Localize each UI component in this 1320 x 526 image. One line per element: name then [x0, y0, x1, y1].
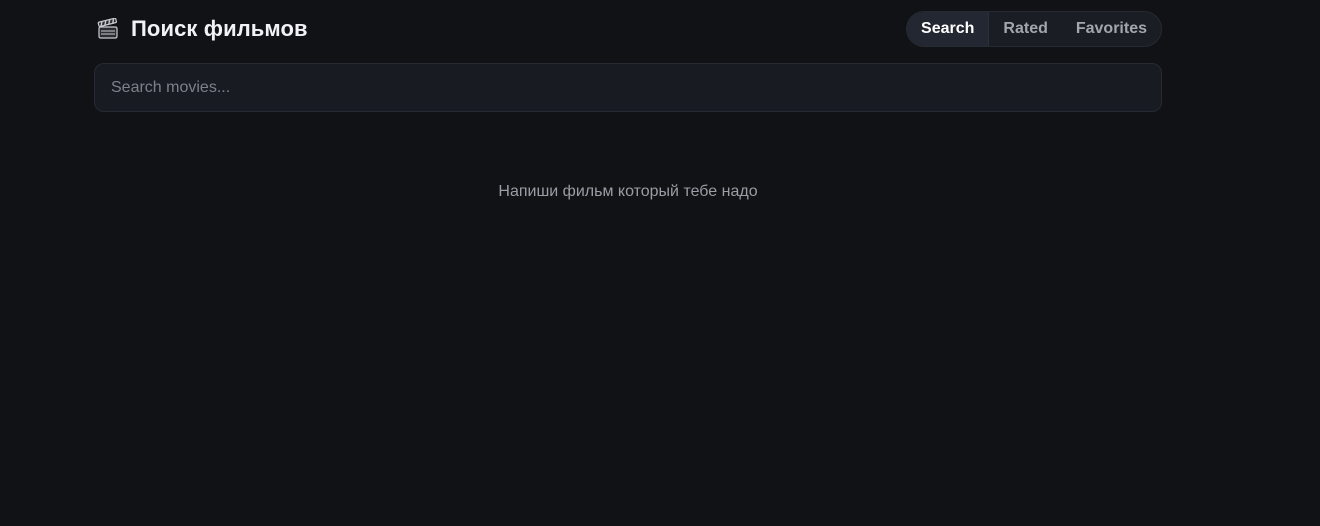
search-box: [94, 63, 1162, 112]
app: Поиск фильмов Search Rated Favorites Нап…: [0, 0, 1320, 526]
clapperboard-icon: [94, 11, 122, 47]
empty-state-message: Напиши фильм который тебе надо: [498, 183, 758, 200]
brand: Поиск фильмов: [94, 11, 308, 47]
header: Поиск фильмов Search Rated Favorites: [94, 11, 1162, 47]
tab-favorites[interactable]: Favorites: [1062, 12, 1161, 46]
tab-rated[interactable]: Rated: [989, 12, 1061, 46]
search-input[interactable]: [95, 64, 1161, 111]
tab-search[interactable]: Search: [907, 12, 990, 46]
page-title: Поиск фильмов: [131, 16, 308, 41]
tab-group: Search Rated Favorites: [906, 11, 1162, 47]
